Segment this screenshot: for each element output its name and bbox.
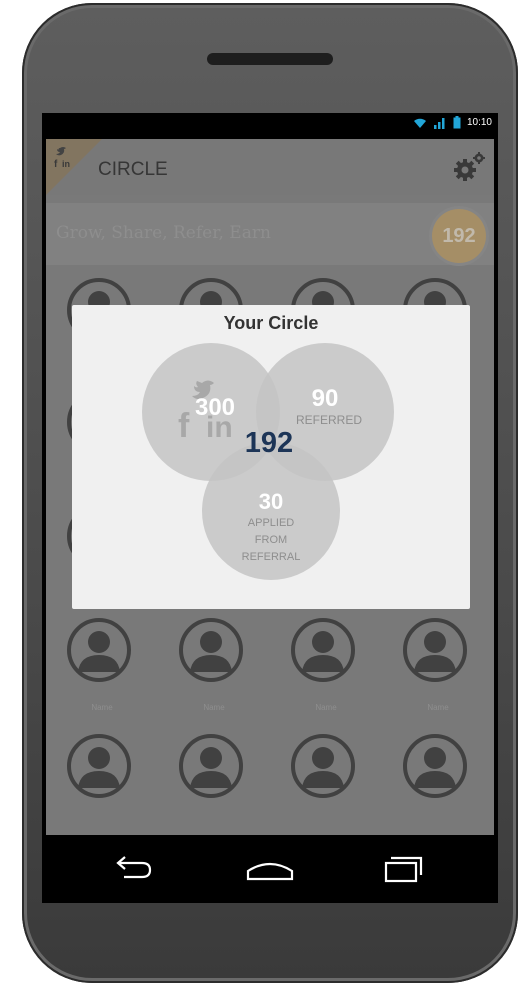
battery-icon	[453, 116, 461, 129]
earpiece-speaker	[207, 53, 333, 65]
total-count: 192	[245, 427, 293, 459]
back-arrow-icon[interactable]	[110, 855, 156, 888]
phone-frame: 10:10 f in CIRCLE Grow, Share, Refer, Ea…	[22, 3, 518, 983]
wifi-icon	[413, 118, 426, 128]
social-count: 300	[195, 394, 235, 421]
applied-count: 30	[259, 489, 283, 514]
venn-diagram: f in 300 90 REFERRED 192 30 APPLIED FROM…	[142, 343, 394, 580]
status-bar: 10:10	[42, 113, 498, 135]
referred-label: REFERRED	[296, 413, 362, 427]
home-icon[interactable]	[245, 855, 295, 888]
signal-icon	[433, 117, 445, 129]
referred-count: 90	[312, 385, 339, 412]
applied-label-line: REFERRAL	[242, 551, 301, 563]
status-time: 10:10	[466, 117, 492, 128]
navigation-bar	[42, 835, 498, 903]
device-screen: 10:10 f in CIRCLE Grow, Share, Refer, Ea…	[42, 113, 498, 903]
your-circle-dialog: Your Circle f in 300 90 REFERRED 192 30	[72, 305, 470, 609]
applied-label-line: APPLIED	[248, 517, 295, 529]
svg-text:f: f	[178, 407, 190, 445]
recent-apps-icon[interactable]	[380, 855, 426, 888]
applied-label-line: FROM	[255, 534, 287, 546]
app-content: f in CIRCLE Grow, Share, Refer, Earn 192…	[46, 139, 494, 835]
